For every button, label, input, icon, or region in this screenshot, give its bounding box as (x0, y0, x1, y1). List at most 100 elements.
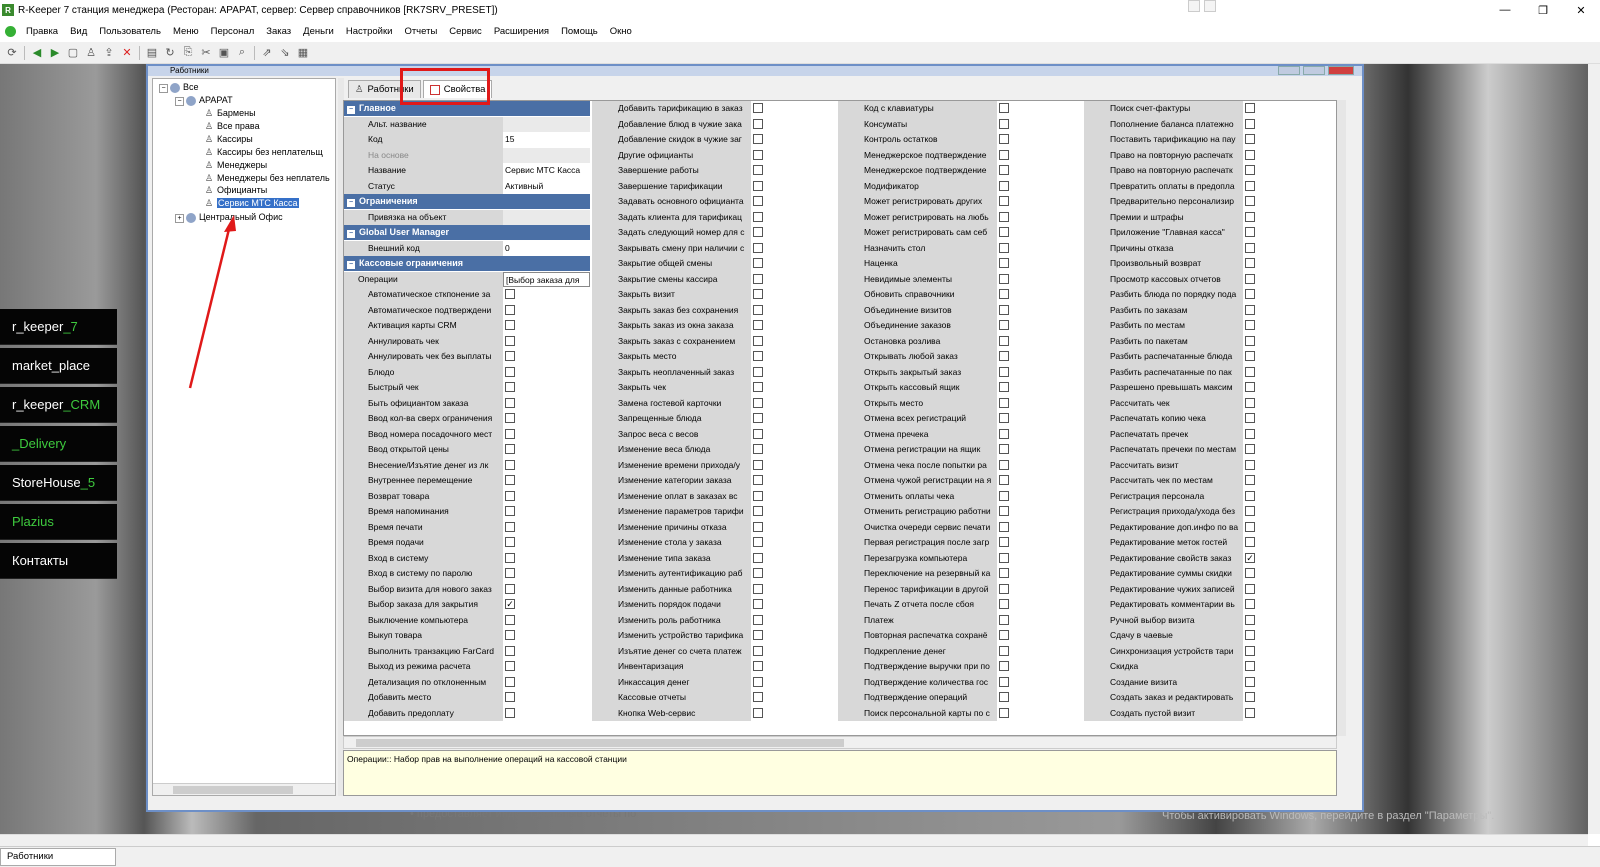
operation-row[interactable]: Возврат товара (344, 488, 590, 504)
operation-row[interactable]: Запрос веса с весов (592, 426, 838, 442)
operation-row[interactable]: Добавить место (344, 690, 590, 706)
operation-checkbox[interactable] (505, 289, 515, 299)
operation-checkbox[interactable] (753, 366, 763, 377)
operation-checkbox[interactable] (1245, 630, 1255, 640)
operation-row[interactable]: Может регистрировать других (838, 194, 1084, 210)
operation-checkbox[interactable] (999, 630, 1009, 640)
operation-checkbox[interactable] (1245, 397, 1255, 408)
operation-checkbox[interactable] (505, 444, 515, 454)
operation-checkbox[interactable] (1245, 165, 1255, 175)
menu-item[interactable]: Отчеты (404, 26, 437, 37)
operation-row[interactable]: Добавление скидок в чужие заг (592, 132, 838, 148)
operation-checkbox[interactable] (505, 537, 515, 547)
back-button[interactable]: ◀ (28, 44, 46, 62)
operation-row[interactable]: Изменение типа заказа (592, 550, 838, 566)
side-menu-button[interactable]: Plazius (0, 504, 117, 540)
inner-close-button[interactable] (1328, 66, 1354, 75)
operation-checkbox[interactable] (753, 397, 763, 408)
property-value[interactable] (503, 116, 590, 132)
operation-row[interactable]: Вход в систему (344, 550, 590, 566)
menu-item[interactable]: Заказ (266, 26, 291, 37)
operation-checkbox[interactable] (999, 258, 1009, 268)
operation-checkbox[interactable] (753, 475, 763, 485)
operation-checkbox[interactable] (1245, 428, 1255, 439)
property-row[interactable]: Код 15 (344, 132, 590, 148)
operation-row[interactable]: Менеджерское подтверждение (838, 163, 1084, 179)
operation-checkbox[interactable] (753, 428, 763, 439)
operation-row[interactable]: Изменение причины отказа (592, 519, 838, 535)
operation-checkbox[interactable] (753, 707, 763, 718)
operation-checkbox[interactable] (999, 506, 1009, 516)
operation-row[interactable]: Премии и штрафы (1084, 209, 1330, 225)
operation-row[interactable]: Время напоминания (344, 504, 590, 520)
operation-checkbox[interactable] (753, 118, 763, 129)
tree-node-office[interactable]: + Центральный Офис (175, 211, 283, 223)
operation-row[interactable]: Задавать основного официанта (592, 194, 838, 210)
operation-row[interactable]: Разбить распечатанные по пак (1084, 364, 1330, 380)
menu-item[interactable]: Персонал (211, 26, 255, 37)
operation-row[interactable]: Поиск персональной карты по с (838, 705, 1084, 721)
operation-row[interactable]: Автоматическое подтверждени (344, 302, 590, 318)
operation-checkbox[interactable] (753, 614, 763, 625)
operation-checkbox[interactable] (999, 537, 1009, 547)
menu-item[interactable]: Помощь (561, 26, 598, 37)
operation-row[interactable]: Просмотр кассовых отчетов (1084, 271, 1330, 287)
operation-checkbox[interactable] (999, 211, 1009, 222)
operation-row[interactable]: Изменить роль работника (592, 612, 838, 628)
operation-checkbox[interactable] (505, 552, 515, 563)
operation-checkbox[interactable] (1245, 335, 1255, 346)
operation-row[interactable]: Объединение визитов (838, 302, 1084, 318)
operation-row[interactable]: Выход из режима расчета (344, 659, 590, 675)
operation-row[interactable]: Закрыть неоплаченный заказ (592, 364, 838, 380)
inner-maximize-button[interactable] (1303, 66, 1325, 75)
operation-checkbox[interactable] (999, 382, 1009, 392)
operation-row[interactable]: Редактирование суммы скидки (1084, 566, 1330, 582)
operation-row[interactable]: Платеж (838, 612, 1084, 628)
property-value[interactable]: 0 (503, 240, 590, 256)
operation-row[interactable]: Детализация по отклоненным (344, 674, 590, 690)
operation-row[interactable]: Подтверждение количества гос (838, 674, 1084, 690)
operation-row[interactable]: Создание визита (1084, 674, 1330, 690)
operation-row[interactable]: Редактировать комментарии вь (1084, 597, 1330, 613)
operation-row[interactable]: Отменить оплаты чека (838, 488, 1084, 504)
operation-checkbox[interactable] (1245, 475, 1255, 485)
property-value[interactable] (503, 147, 590, 163)
operation-checkbox[interactable] (1245, 258, 1255, 268)
close-button[interactable]: ✕ (1562, 0, 1600, 20)
operation-checkbox[interactable] (505, 475, 515, 485)
operation-row[interactable]: Разрешено превышать максим (1084, 380, 1330, 396)
operation-checkbox[interactable] (753, 304, 763, 315)
operation-checkbox[interactable] (505, 630, 515, 640)
operation-row[interactable]: Повторная распечатка сохранё (838, 628, 1084, 644)
operation-checkbox[interactable] (1245, 583, 1255, 594)
operation-checkbox[interactable] (753, 335, 763, 346)
grid-horizontal-scrollbar[interactable] (343, 736, 1337, 749)
operation-row[interactable]: Создать заказ и редактировать (1084, 690, 1330, 706)
operation-checkbox[interactable] (753, 227, 763, 237)
operation-checkbox[interactable] (753, 661, 763, 671)
operation-checkbox[interactable] (753, 134, 763, 144)
operation-checkbox[interactable] (753, 599, 763, 609)
operation-row[interactable]: Завершение работы (592, 163, 838, 179)
operation-row[interactable]: Поиск счет-фактуры (1084, 101, 1330, 117)
operation-row[interactable]: Добавление блюд в чужие зака (592, 116, 838, 132)
operation-row[interactable]: Рассчитать чек (1084, 395, 1330, 411)
operation-row[interactable]: Предварительно персонализир (1084, 194, 1330, 210)
operation-checkbox[interactable] (753, 552, 763, 563)
operation-checkbox[interactable] (753, 692, 763, 702)
side-menu-button[interactable]: StoreHouse_5 (0, 465, 117, 501)
operation-checkbox[interactable] (999, 444, 1009, 454)
operation-row[interactable]: Отмена чужой регистрации на я (838, 473, 1084, 489)
operation-checkbox[interactable] (999, 490, 1009, 501)
operation-checkbox[interactable] (753, 521, 763, 532)
side-menu-button[interactable]: r_keeper_CRM (0, 387, 117, 423)
operation-checkbox[interactable] (753, 180, 763, 191)
operation-checkbox[interactable] (999, 583, 1009, 594)
operation-checkbox[interactable] (753, 242, 763, 253)
operation-checkbox[interactable] (999, 335, 1009, 346)
property-row[interactable]: Внешний код 0 (344, 240, 590, 256)
operation-row[interactable]: Кассовые отчеты (592, 690, 838, 706)
operation-checkbox[interactable] (505, 583, 515, 594)
operation-checkbox[interactable] (753, 382, 763, 392)
tree-node-role[interactable]: ♙ Все права (205, 120, 260, 132)
